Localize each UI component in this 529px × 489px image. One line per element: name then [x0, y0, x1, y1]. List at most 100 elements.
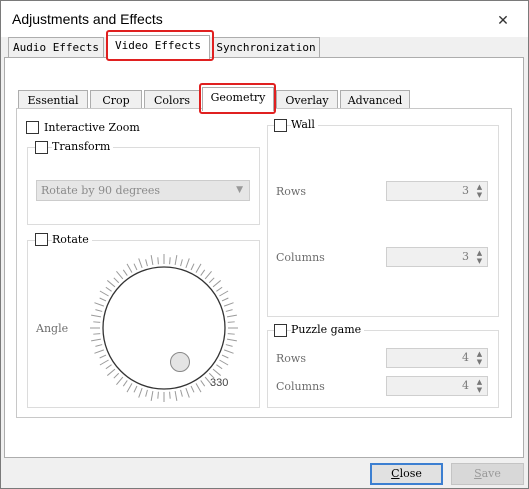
- wall-rows-spinbox[interactable]: 3 ▲ ▼: [386, 181, 488, 201]
- puzzle-columns-spinbox[interactable]: 4 ▲ ▼: [386, 376, 488, 396]
- dial-tick: [133, 263, 138, 271]
- dial-tick: [169, 257, 171, 265]
- rotate-checkbox[interactable]: [35, 233, 48, 246]
- dial-tick: [185, 258, 190, 269]
- dial-tick: [190, 385, 195, 393]
- dial-tick: [225, 309, 233, 312]
- dial-tick: [200, 380, 206, 387]
- dial-tick: [95, 344, 103, 347]
- close-icon[interactable]: ✕: [495, 13, 511, 29]
- dial-tick: [212, 368, 222, 376]
- dial-tick: [145, 389, 148, 397]
- puzzle-label: Puzzle game: [291, 323, 365, 336]
- dial-tick: [138, 258, 143, 269]
- dial-tick: [216, 364, 223, 370]
- dial-tick: [208, 277, 215, 284]
- dial-tick: [99, 354, 107, 359]
- tab-synchronization[interactable]: Synchronization: [212, 37, 320, 58]
- puzzle-checkbox[interactable]: [274, 324, 287, 337]
- wall-label: Wall: [291, 118, 318, 131]
- save-button-mnemonic: S: [474, 467, 482, 480]
- dial-tick: [185, 387, 190, 398]
- rotate-label: Rotate: [52, 233, 92, 246]
- dial-tick: [95, 309, 103, 312]
- window-title: Adjustments and Effects: [12, 11, 163, 27]
- dial-tick: [138, 387, 143, 398]
- dial-tick: [150, 255, 154, 266]
- wall-columns-value: 3: [462, 250, 469, 263]
- wall-group: [267, 125, 499, 317]
- puzzle-rows-value: 4: [462, 351, 469, 364]
- tab-audio-effects[interactable]: Audio Effects: [8, 37, 104, 58]
- dial-tick: [116, 270, 124, 280]
- dial-tick: [219, 290, 229, 297]
- angle-value: 330: [210, 377, 229, 389]
- title-bar: Adjustments and Effects ✕: [1, 1, 528, 37]
- transform-checkbox[interactable]: [35, 141, 48, 154]
- dial-tick: [227, 333, 235, 335]
- dial-tick: [195, 263, 202, 273]
- puzzle-group: [267, 330, 499, 408]
- dial-tick: [94, 302, 105, 307]
- dial-tick: [169, 391, 171, 399]
- dial-tick: [157, 391, 159, 399]
- wall-checkbox[interactable]: [274, 119, 287, 132]
- dial-tick: [190, 263, 195, 271]
- transform-select-value: Rotate by 90 degrees: [41, 184, 161, 197]
- dial-tick: [174, 255, 178, 266]
- dial-tick: [105, 286, 112, 292]
- dial-face: [102, 266, 226, 390]
- dial-tick: [204, 270, 212, 280]
- dial-tick: [106, 368, 116, 376]
- dial-tick: [94, 349, 105, 354]
- tab-video-effects[interactable]: Video Effects: [106, 35, 210, 59]
- chevron-down-icon: ▼: [236, 185, 243, 195]
- dial-tick: [93, 321, 101, 323]
- dial-tick: [223, 349, 234, 354]
- dial-tick: [99, 359, 109, 366]
- dial-tick: [91, 338, 102, 342]
- wall-rows-label: Rows: [276, 185, 306, 198]
- dial-tick: [216, 286, 223, 292]
- dial-tick: [195, 383, 202, 393]
- save-button[interactable]: Save: [451, 463, 524, 485]
- spin-arrows-icon[interactable]: ▲ ▼: [474, 183, 485, 199]
- dial-tick: [219, 359, 229, 366]
- wall-rows-value: 3: [462, 184, 469, 197]
- transform-select[interactable]: Rotate by 90 degrees ▼: [36, 180, 250, 201]
- dial-tick: [99, 297, 107, 302]
- dial-tick: [226, 338, 237, 342]
- spin-arrows-icon[interactable]: ▲ ▼: [474, 378, 485, 394]
- dial-tick: [93, 333, 101, 335]
- dial-tick: [145, 259, 148, 267]
- dial-tick: [126, 383, 133, 393]
- spin-arrows-icon[interactable]: ▲ ▼: [474, 249, 485, 265]
- dial-tick: [126, 263, 133, 273]
- interactive-zoom-checkbox[interactable]: [26, 121, 39, 134]
- puzzle-rows-spinbox[interactable]: 4 ▲ ▼: [386, 348, 488, 368]
- dial-knob[interactable]: [170, 352, 190, 372]
- dial-tick: [174, 390, 178, 401]
- dial-tick: [113, 372, 120, 379]
- dial-tick: [116, 376, 124, 386]
- dial-tick: [133, 385, 138, 393]
- transform-label: Transform: [52, 140, 114, 153]
- dial-tick: [221, 297, 229, 302]
- angle-label: Angle: [36, 322, 69, 335]
- save-button-label: ave: [481, 467, 501, 480]
- dial-tick: [180, 259, 183, 267]
- dial-tick: [122, 380, 128, 387]
- puzzle-columns-value: 4: [462, 379, 469, 392]
- puzzle-rows-label: Rows: [276, 352, 306, 365]
- spin-arrows-icon[interactable]: ▲ ▼: [474, 350, 485, 366]
- dial-tick: [91, 314, 102, 318]
- puzzle-columns-label: Columns: [276, 380, 325, 393]
- dial-tick: [226, 314, 237, 318]
- tab-geometry[interactable]: Geometry: [202, 87, 274, 111]
- wall-columns-spinbox[interactable]: 3 ▲ ▼: [386, 247, 488, 267]
- dial-tick: [200, 269, 206, 276]
- close-button[interactable]: Close: [370, 463, 443, 485]
- wall-columns-label: Columns: [276, 251, 325, 264]
- interactive-zoom-label: Interactive Zoom: [44, 121, 140, 134]
- dial-tick: [105, 364, 112, 370]
